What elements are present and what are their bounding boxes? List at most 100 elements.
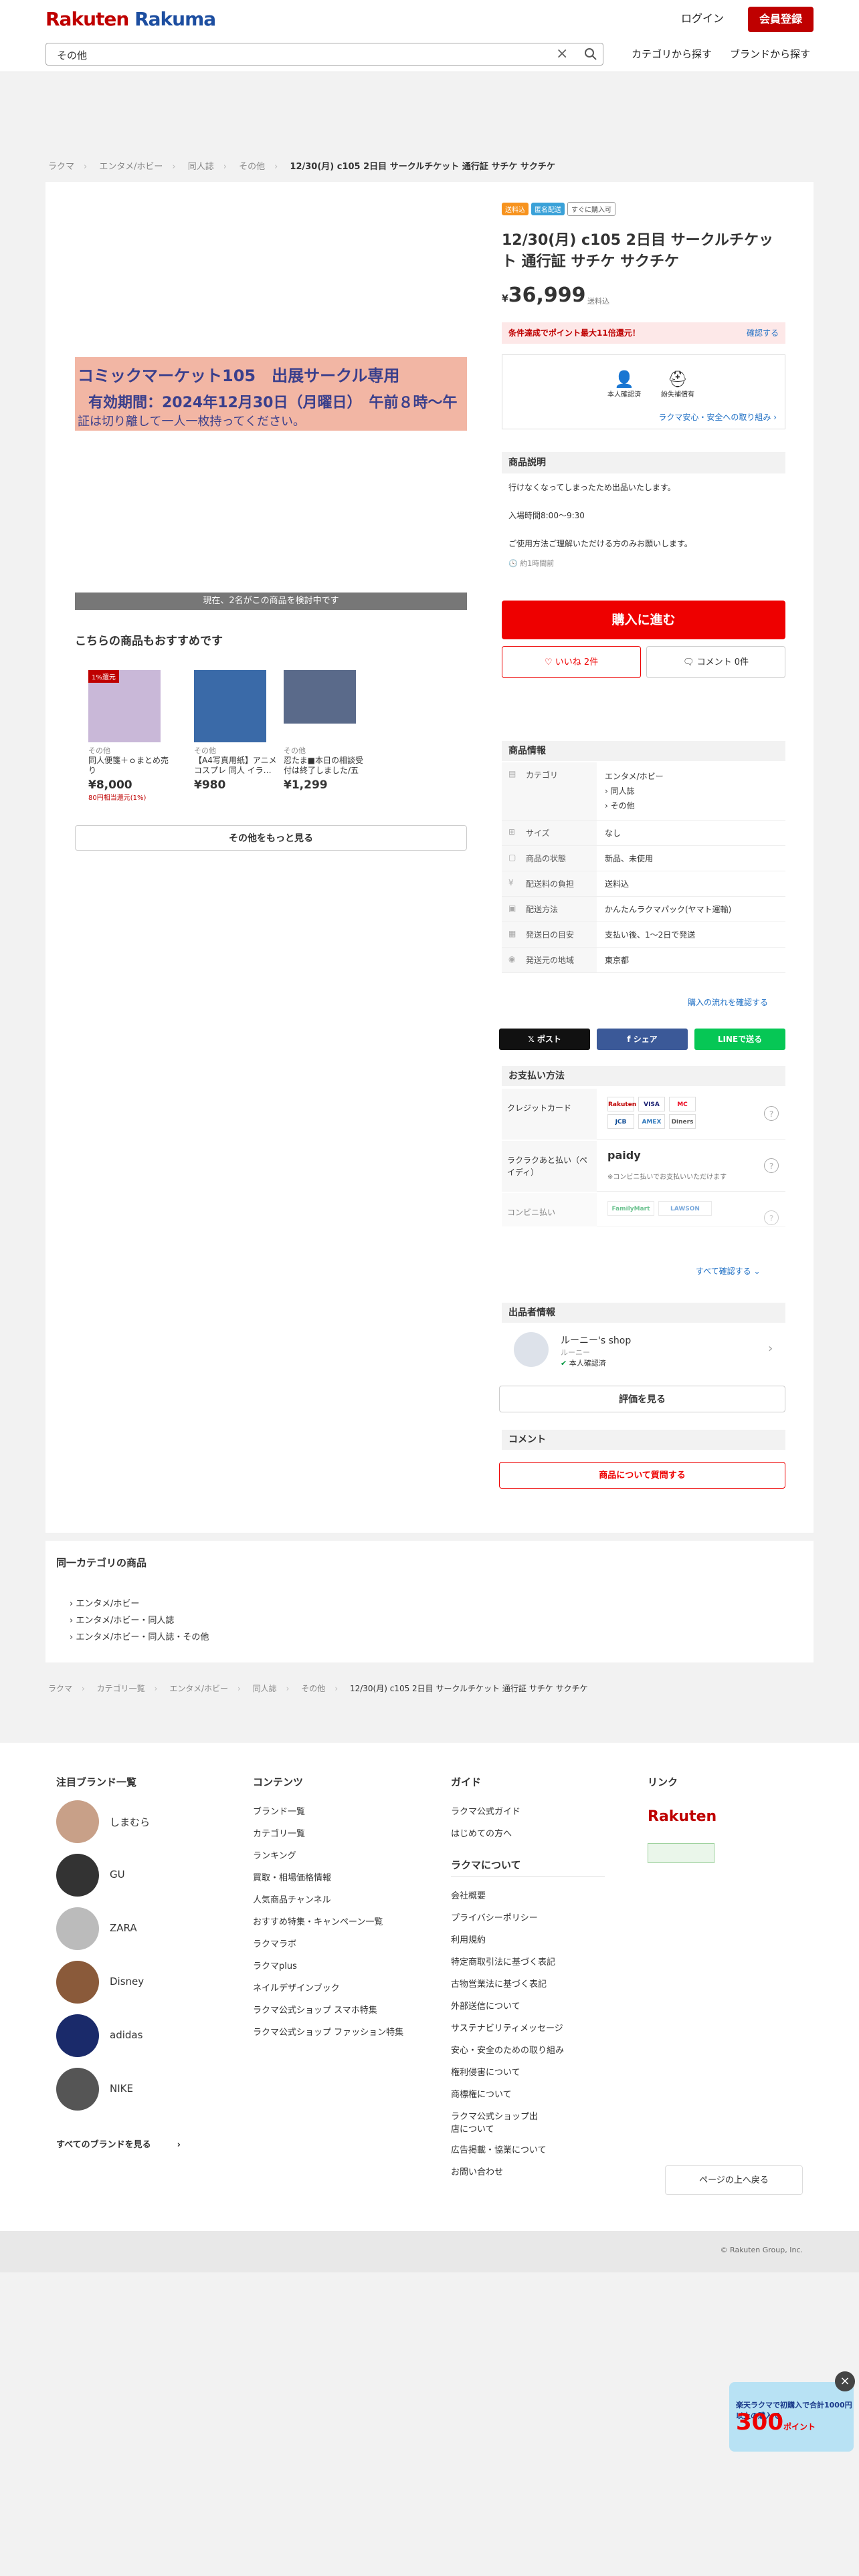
close-icon[interactable]: × <box>835 2371 855 2391</box>
footer-link[interactable]: プライバシーポリシー <box>451 1911 538 1923</box>
paidy-logo: paidy <box>607 1149 641 1162</box>
footer-link[interactable]: 広告掲載・協業について <box>451 2143 547 2155</box>
ask-question-button[interactable]: 商品について質問する <box>499 1462 785 1489</box>
rakuten-logo[interactable]: Rakuten <box>648 1808 717 1825</box>
page: Rakuten Rakuma ログイン 会員登録 その他 × カテゴリから探す … <box>0 0 859 2576</box>
insurance-badge: ⛑ 紛失補償有 <box>658 370 698 399</box>
promo-banner[interactable]: 楽天ラクマで初購入で合計1000円以上の購入で 300ポイント <box>729 2382 854 2452</box>
product-price: ¥36,999 <box>502 284 586 307</box>
category-link[interactable]: › エンタメ/ホビー・同人誌 <box>70 1612 209 1629</box>
info-icon[interactable]: ? <box>764 1210 779 1225</box>
footer-link[interactable]: ランキング <box>253 1848 296 1861</box>
footer-link[interactable]: 会社概要 <box>451 1889 486 1901</box>
safety-link[interactable]: ラクマ安心・安全への取り組み › <box>658 411 777 423</box>
chevron-right-icon[interactable]: › <box>768 1341 773 1356</box>
footer-link[interactable]: 外部送信について <box>451 1999 520 2012</box>
footer-link[interactable]: 権利侵害について <box>451 2065 520 2078</box>
copyright-text: © Rakuten Group, Inc. <box>720 2246 803 2254</box>
banner-points: 300ポイント <box>736 2409 816 2436</box>
footer-link[interactable]: ラクマ公式ショップ出店について <box>451 2109 545 2135</box>
category-link[interactable]: › エンタメ/ホビー・同人誌・その他 <box>70 1629 209 1646</box>
all-brands-link[interactable]: すべてのブランドを見る › <box>56 2137 181 2150</box>
footer-link[interactable]: 特定商取引法に基づく表記 <box>451 1955 555 1967</box>
footer-link[interactable]: ラクマ公式ショップ スマホ特集 <box>253 2003 377 2016</box>
back-to-top-button[interactable]: ページの上へ戻る <box>665 2165 803 2195</box>
footer-link[interactable]: 商標権について <box>451 2087 512 2100</box>
footer-link[interactable]: ラクマラボ <box>253 1937 296 1949</box>
footer-link[interactable]: 安心・安全のための取り組み <box>451 2043 564 2056</box>
item-name: 同人便箋＋ｏまとめ売り <box>88 756 169 775</box>
breadcrumb-item[interactable]: ラクマ <box>48 1684 72 1693</box>
heart-icon: ♡ <box>544 657 553 667</box>
breadcrumb-item[interactable]: カテゴリ一覧 <box>97 1684 145 1693</box>
recommend-title: こちらの商品もおすすめです <box>75 635 223 648</box>
user-check-icon: 👤 <box>614 370 634 389</box>
recommend-item[interactable]: その他 忍たま■本日の相談受付は終了しました/五年… ¥1,299 <box>284 670 371 792</box>
campaign-banner: 条件達成でポイント最大11倍還元！ 確認する <box>502 322 785 344</box>
description-title: 商品説明 <box>502 452 785 473</box>
item-thumbnail <box>194 670 266 742</box>
rakuma-logo[interactable]: Rakuten Rakuma <box>45 8 216 30</box>
breadcrumb-item[interactable]: ラクマ <box>48 162 74 172</box>
recommend-item[interactable]: その他 【A4写真用紙】アニメ コスプレ 同人 イラ… ¥980 <box>194 670 281 792</box>
tag-instant: すぐに購入可 <box>567 202 615 216</box>
footer-link[interactable]: ネイルデザインブック <box>253 1981 340 1994</box>
watching-banner: 現在、2名がこの商品を検討中です <box>75 593 467 610</box>
breadcrumb-item[interactable]: その他 <box>239 162 265 172</box>
footer-link[interactable]: サステナビリティメッセージ <box>451 2021 563 2034</box>
nav-category[interactable]: カテゴリから探す <box>632 47 712 61</box>
info-icon[interactable]: ? <box>764 1158 779 1173</box>
footer-link[interactable]: ブランド一覧 <box>253 1804 305 1817</box>
breadcrumb-item[interactable]: 同人誌 <box>253 1684 277 1693</box>
search-input[interactable]: その他 × <box>45 43 603 66</box>
breadcrumb-bottom: ラクマ › カテゴリ一覧 › エンタメ/ホビー › 同人誌 › その他 › 12/30(月… <box>48 1684 588 1693</box>
footer-link[interactable]: ラクマ公式ショップ ファッション特集 <box>253 2025 407 2038</box>
category-links[interactable]: エンタメ/ホビー › 同人誌 › その他 <box>597 762 785 820</box>
footer-link[interactable]: ラクマ公式ガイド <box>451 1804 520 1817</box>
nav-brand[interactable]: ブランドから探す <box>730 47 810 61</box>
flow-link[interactable]: 購入の流れを確認する <box>688 996 768 1008</box>
review-button[interactable]: 評価を見る <box>499 1386 785 1412</box>
recommend-item[interactable]: 1%還元 その他 同人便箋＋ｏまとめ売り ¥8,000 80円相当還元(1%) <box>88 670 175 802</box>
footer-link[interactable]: 買取・相場価格情報 <box>253 1870 331 1883</box>
footer-link[interactable]: 古物営業法に基づく表記 <box>451 1977 547 1990</box>
register-button[interactable]: 会員登録 <box>748 7 814 32</box>
breadcrumb-item[interactable]: 同人誌 <box>188 162 214 172</box>
breadcrumb-item[interactable]: エンタメ/ホビー <box>99 162 163 172</box>
comment-button[interactable]: 🗨 コメント 0件 <box>646 646 785 678</box>
links-title: リンク <box>648 1776 678 1788</box>
info-row: ▢ 商品の状態 新品、未使用 <box>502 846 785 871</box>
sustainability-icon[interactable] <box>648 1843 714 1863</box>
share-line-button[interactable]: LINEで送る <box>694 1029 785 1050</box>
info-icon[interactable]: ? <box>764 1106 779 1121</box>
search-icon[interactable] <box>581 46 600 62</box>
footer-link[interactable]: カテゴリ一覧 <box>253 1826 305 1839</box>
avatar[interactable] <box>514 1332 549 1367</box>
buy-button[interactable]: 購入に進む <box>502 601 785 639</box>
tag-list: 送料込 匿名配送 すぐに購入可 <box>502 202 618 216</box>
like-button[interactable]: ♡ いいね 2件 <box>502 646 641 678</box>
footer-link[interactable]: 人気商品チャンネル <box>253 1893 331 1905</box>
share-facebook-button[interactable]: f シェア <box>597 1029 688 1050</box>
footer-link[interactable]: はじめての方へ <box>451 1826 512 1839</box>
clear-icon[interactable]: × <box>556 45 568 62</box>
footer-link[interactable]: ラクマplus <box>253 1959 297 1971</box>
info-row: ⊞ サイズ なし <box>502 821 785 846</box>
footer-link[interactable]: お問い合わせ <box>451 2165 503 2177</box>
seller-name[interactable]: ルーニー's shop <box>561 1333 631 1347</box>
breadcrumb-item[interactable]: その他 <box>301 1684 325 1693</box>
footer-link[interactable]: 利用規約 <box>451 1933 486 1945</box>
breadcrumb-item[interactable]: エンタメ/ホビー <box>169 1684 228 1693</box>
location-icon: ◉ <box>508 954 516 964</box>
campaign-link[interactable]: 確認する <box>747 322 779 344</box>
category-link[interactable]: › エンタメ/ホビー <box>70 1596 209 1612</box>
see-all-payment[interactable]: すべて確認する ⌄ <box>696 1265 761 1277</box>
share-x-button[interactable]: 𝕏 ポスト <box>499 1029 590 1050</box>
footer-link[interactable]: おすすめ特集・キャンペーン一覧 <box>253 1915 383 1927</box>
login-link[interactable]: ログイン <box>681 9 724 25</box>
item-name: 忍たま■本日の相談受付は終了しました/五年… <box>284 756 363 775</box>
calendar-icon: ▦ <box>508 929 516 938</box>
item-name: 【A4写真用紙】アニメ コスプレ 同人 イラ… <box>194 756 277 775</box>
search-value: その他 <box>57 49 88 62</box>
more-items-button[interactable]: その他をもっと見る <box>75 825 467 851</box>
